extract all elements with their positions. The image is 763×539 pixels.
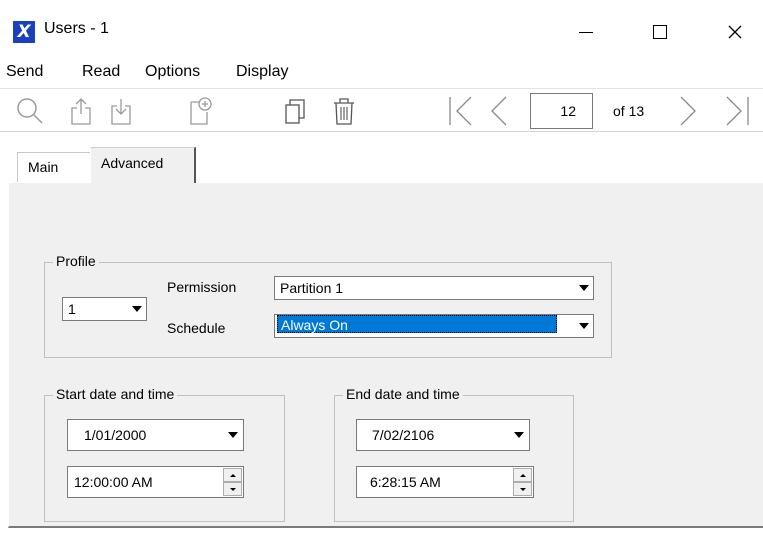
previous-record-button[interactable] bbox=[484, 89, 514, 133]
read-record-button[interactable] bbox=[106, 89, 136, 133]
arrow-up-icon bbox=[229, 473, 236, 477]
new-record-button[interactable] bbox=[186, 89, 216, 133]
x-logo-icon: X bbox=[13, 21, 35, 43]
spin-down-button[interactable] bbox=[513, 482, 532, 496]
start-time-value: 12:00:00 AM bbox=[74, 474, 153, 490]
advanced-tab-panel: Profile 1 Permission Partition 1 Schedul… bbox=[8, 182, 763, 528]
last-record-icon bbox=[726, 96, 749, 126]
minimize-button[interactable] bbox=[563, 12, 609, 52]
chevron-down-icon bbox=[575, 278, 592, 298]
previous-record-icon bbox=[491, 96, 507, 126]
profile-number-value: 1 bbox=[68, 301, 76, 317]
menu-bar: Send Read Options Display bbox=[0, 60, 763, 88]
search-icon bbox=[17, 98, 43, 124]
chevron-down-icon bbox=[509, 421, 528, 449]
arrow-down-icon bbox=[519, 487, 526, 491]
first-record-button[interactable] bbox=[444, 89, 478, 133]
permission-value: Partition 1 bbox=[280, 280, 344, 296]
title-bar: X Users - 1 bbox=[0, 0, 763, 60]
profile-group: Profile 1 Permission Partition 1 Schedul… bbox=[44, 253, 612, 358]
delete-icon bbox=[334, 98, 354, 125]
chevron-down-icon bbox=[128, 299, 145, 319]
send-record-button[interactable] bbox=[66, 89, 96, 133]
schedule-value: Always On bbox=[277, 315, 557, 333]
arrow-down-icon bbox=[229, 487, 236, 491]
end-date-time-group: End date and time 7/02/2106 6:28:15 AM bbox=[334, 386, 574, 522]
new-record-icon bbox=[190, 97, 212, 125]
permission-select[interactable]: Partition 1 bbox=[274, 276, 594, 300]
menu-display[interactable]: Display bbox=[236, 63, 288, 81]
first-record-icon bbox=[449, 96, 472, 126]
arrow-up-icon bbox=[519, 473, 526, 477]
download-icon bbox=[111, 99, 131, 125]
end-time-spinner[interactable]: 6:28:15 AM bbox=[356, 466, 534, 498]
start-date-time-group: Start date and time 1/01/2000 12:00:00 A… bbox=[44, 386, 285, 522]
spin-down-button[interactable] bbox=[223, 482, 242, 496]
tab-main[interactable]: Main bbox=[17, 152, 91, 182]
next-record-button[interactable] bbox=[676, 89, 700, 133]
upload-icon bbox=[71, 98, 91, 125]
menu-options[interactable]: Options bbox=[145, 63, 200, 81]
end-date-picker[interactable]: 7/02/2106 bbox=[356, 419, 530, 451]
chevron-down-icon bbox=[575, 316, 592, 336]
close-icon bbox=[728, 25, 742, 39]
delete-record-button[interactable] bbox=[329, 89, 359, 133]
maximize-icon bbox=[653, 25, 667, 39]
toolbar: 12 of 13 bbox=[0, 88, 763, 132]
schedule-label: Schedule bbox=[167, 320, 226, 336]
permission-label: Permission bbox=[167, 279, 237, 295]
record-count-label: of 13 bbox=[613, 103, 645, 119]
end-time-value: 6:28:15 AM bbox=[370, 474, 441, 490]
tab-advanced[interactable]: Advanced bbox=[90, 147, 196, 183]
maximize-button[interactable] bbox=[637, 12, 683, 52]
end-group-label: End date and time bbox=[343, 386, 463, 402]
menu-read[interactable]: Read bbox=[82, 63, 120, 81]
start-group-label: Start date and time bbox=[53, 386, 178, 402]
window-title: Users - 1 bbox=[44, 20, 109, 37]
start-time-spinner[interactable]: 12:00:00 AM bbox=[67, 466, 244, 498]
minimize-icon bbox=[579, 31, 593, 33]
start-date-picker[interactable]: 1/01/2000 bbox=[67, 419, 244, 451]
search-button[interactable] bbox=[10, 89, 50, 133]
copy-record-button[interactable] bbox=[281, 89, 311, 133]
next-record-icon bbox=[680, 96, 696, 126]
chevron-down-icon bbox=[223, 421, 242, 449]
tab-control: Main Advanced Profile 1 Permission Parti… bbox=[8, 132, 763, 539]
profile-group-label: Profile bbox=[53, 253, 99, 269]
start-date-value: 1/01/2000 bbox=[84, 427, 147, 443]
profile-number-select[interactable]: 1 bbox=[62, 297, 147, 321]
last-record-button[interactable] bbox=[720, 89, 754, 133]
spin-up-button[interactable] bbox=[223, 468, 242, 482]
close-button[interactable] bbox=[712, 12, 758, 52]
menu-send[interactable]: Send bbox=[6, 63, 43, 81]
schedule-select[interactable]: Always On bbox=[274, 314, 594, 338]
spin-up-button[interactable] bbox=[513, 468, 532, 482]
record-number-input[interactable]: 12 bbox=[530, 93, 593, 129]
copy-icon bbox=[285, 99, 305, 124]
end-date-value: 7/02/2106 bbox=[372, 427, 435, 443]
